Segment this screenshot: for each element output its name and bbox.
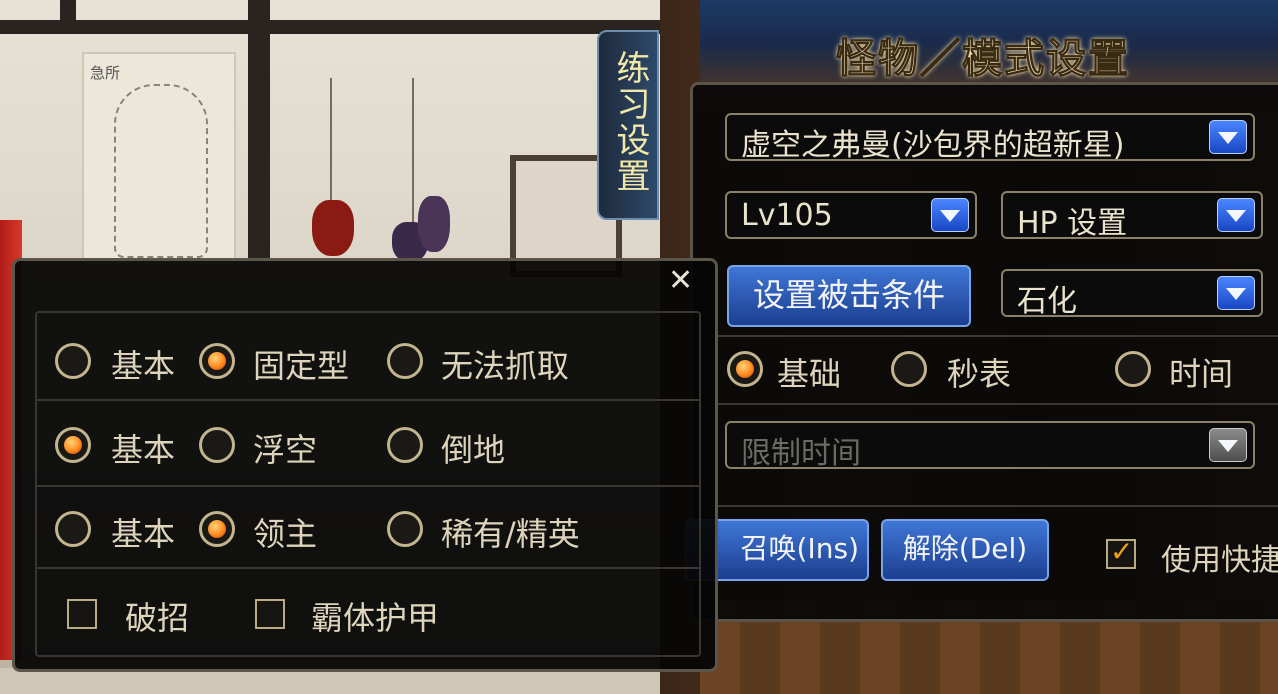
anatomy-poster: 急所 xyxy=(82,52,236,266)
grab-radio-basic-label: 基本 xyxy=(111,347,176,385)
status-select[interactable]: 石化 xyxy=(1001,269,1263,319)
divider xyxy=(37,567,699,569)
super-armor-checkbox-label: 霸体护甲 xyxy=(311,599,440,637)
rank-radio-lord[interactable] xyxy=(199,511,235,547)
state-radio-down[interactable] xyxy=(387,427,423,463)
mode-radio-stopwatch-label: 秒表 xyxy=(947,355,1012,393)
divider xyxy=(37,485,699,487)
window-beam xyxy=(60,0,76,30)
window-beam xyxy=(248,0,270,260)
set-hit-condition-button[interactable]: 设置被击条件 xyxy=(727,265,971,327)
game-scene: 急所 练习设置 怪物／模式设置 虚空之弗曼(沙包界的超新星) Lv105 HP … xyxy=(0,0,1278,694)
state-radio-basic[interactable] xyxy=(55,427,91,463)
monster-select[interactable]: 虚空之弗曼(沙包界的超新星) xyxy=(725,113,1255,163)
level-select[interactable]: Lv105 xyxy=(725,191,977,239)
rope xyxy=(412,78,414,228)
time-limit-select-value: 限制时间 xyxy=(741,436,861,471)
monster-panel-title-text: 怪物／模式设置 xyxy=(836,36,1130,83)
tab-practice-settings-label: 练习设置 xyxy=(610,50,650,194)
level-select-value: Lv105 xyxy=(741,198,833,233)
counter-checkbox[interactable] xyxy=(67,599,97,629)
state-radio-airborne-label: 浮空 xyxy=(253,431,318,469)
state-radio-basic-label: 基本 xyxy=(111,431,176,469)
state-radio-airborne[interactable] xyxy=(199,427,235,463)
shortcut-checkbox-label: 使用快捷 xyxy=(1161,543,1278,578)
divider xyxy=(693,335,1278,337)
window-beam xyxy=(0,20,700,34)
super-armor-checkbox[interactable] xyxy=(255,599,285,629)
divider xyxy=(693,403,1278,405)
chevron-down-icon[interactable] xyxy=(1209,120,1247,154)
monster-panel-title: 怪物／模式设置 xyxy=(836,26,1130,84)
mode-radio-basic-label: 基础 xyxy=(777,355,842,393)
rope xyxy=(330,78,332,218)
time-limit-select[interactable]: 限制时间 xyxy=(725,421,1255,471)
divider xyxy=(693,505,1278,507)
hit-condition-options: 基本 固定型 无法抓取 基本 浮空 倒地 基本 领主 稀有/精英 破招 霸体护甲 xyxy=(35,311,701,657)
grab-radio-fixed[interactable] xyxy=(199,343,235,379)
counter-checkbox-label: 破招 xyxy=(125,599,190,637)
rank-radio-basic-label: 基本 xyxy=(111,515,176,553)
close-icon[interactable]: ✕ xyxy=(668,266,693,296)
state-radio-down-label: 倒地 xyxy=(441,431,506,469)
summon-button-label: 召唤(Ins) xyxy=(740,532,859,565)
monster-settings-panel: 虚空之弗曼(沙包界的超新星) Lv105 HP 设置 设置被击条件 石化 基础 … xyxy=(685,82,1278,622)
mode-radio-time-label: 时间 xyxy=(1169,355,1234,393)
rank-radio-basic[interactable] xyxy=(55,511,91,547)
rank-radio-rare-elite[interactable] xyxy=(387,511,423,547)
mode-radio-basic[interactable] xyxy=(727,351,763,387)
tab-practice-settings[interactable]: 练习设置 xyxy=(597,30,659,220)
mode-radio-time[interactable] xyxy=(1115,351,1151,387)
hit-condition-popup: 基本 固定型 无法抓取 基本 浮空 倒地 基本 领主 稀有/精英 破招 霸体护甲 xyxy=(12,258,718,672)
grab-radio-ungrabbable[interactable] xyxy=(387,343,423,379)
rank-radio-rare-elite-label: 稀有/精英 xyxy=(441,515,580,553)
chevron-down-icon[interactable] xyxy=(1217,198,1255,232)
divider xyxy=(37,399,699,401)
chevron-down-icon[interactable] xyxy=(931,198,969,232)
hp-select-value: HP 设置 xyxy=(1017,206,1128,241)
grab-radio-fixed-label: 固定型 xyxy=(253,347,350,385)
release-button[interactable]: 解除(Del) xyxy=(881,519,1049,581)
mode-radio-stopwatch[interactable] xyxy=(891,351,927,387)
boxing-glove xyxy=(418,196,450,252)
chevron-down-icon[interactable] xyxy=(1209,428,1247,462)
grab-radio-basic[interactable] xyxy=(55,343,91,379)
chevron-down-icon[interactable] xyxy=(1217,276,1255,310)
status-select-value: 石化 xyxy=(1017,284,1077,319)
boxing-glove xyxy=(312,200,354,256)
grab-radio-ungrabbable-label: 无法抓取 xyxy=(441,347,570,385)
hp-select[interactable]: HP 设置 xyxy=(1001,191,1263,241)
rank-radio-lord-label: 领主 xyxy=(253,515,318,553)
body-figure xyxy=(114,84,208,258)
shortcut-checkbox[interactable] xyxy=(1106,535,1136,569)
monster-select-value: 虚空之弗曼(沙包界的超新星) xyxy=(741,128,1125,163)
